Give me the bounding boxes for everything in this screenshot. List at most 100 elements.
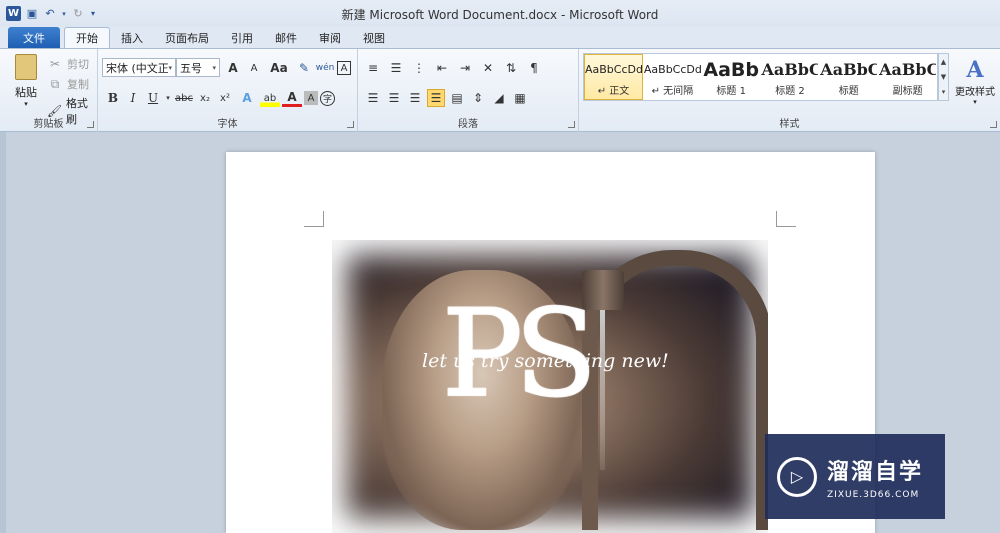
justify-icon[interactable]: ☰ [427,89,445,107]
watermark-url: ZIXUE.3D66.COM [827,489,920,500]
change-styles-label: 更改样式 [955,86,995,98]
chevron-down-icon: ▾ [168,63,172,72]
underline-button[interactable]: U [144,89,162,107]
paragraph-launcher-icon[interactable] [568,121,575,128]
font-bottom-tools: B I U ▾ abc x₂ x² A ab A A 字 [104,89,335,107]
paragraph-group: ≡ ☰ ⋮ ⇤ ⇥ ✕ ⇅ ¶ ☰ ☰ ☰ ☰ ▤ ⇕ ◢ ▦ 段落 [358,49,579,132]
copy-icon: ⧉ [50,76,60,91]
more-styles-icon[interactable]: ▾ [942,88,946,96]
align-center-icon[interactable]: ☰ [385,89,403,107]
style-sample: AaBbC [820,60,878,79]
clipboard-launcher-icon[interactable] [87,121,94,128]
tab-mailings[interactable]: 邮件 [264,27,308,48]
font-size-value: 五号 [180,61,202,75]
chevron-down-icon: ▾ [212,63,216,72]
text-effects-button[interactable]: A [236,89,258,107]
style-name: 标题 [838,85,859,97]
decrease-indent-icon[interactable]: ⇤ [433,59,451,77]
grow-font-button[interactable]: A [224,59,242,77]
strikethrough-button[interactable]: abc [174,89,194,107]
style-sample: AaBbC [879,60,937,79]
styles-gallery: AaBbCcDd ↵ 正文 AaBbCcDd ↵ 无间隔 AaBb 标题 1 A… [583,53,938,101]
paragraph-bottom-tools: ☰ ☰ ☰ ☰ ▤ ⇕ ◢ ▦ [364,89,529,107]
phonetic-guide-button[interactable]: wén [316,59,335,77]
watermark-brand: 溜溜自学 [827,459,924,485]
font-size-combo[interactable]: 五号 ▾ [176,58,220,77]
style-normal[interactable]: AaBbCcDd ↵ 正文 [584,54,643,100]
tab-insert[interactable]: 插入 [110,27,154,48]
paragraph-top-tools: ≡ ☰ ⋮ ⇤ ⇥ ✕ ⇅ ¶ [364,59,543,77]
copy-button[interactable]: ⧉ 复制 [46,75,89,93]
style-sample: AaBbC [761,60,819,79]
borders-icon[interactable]: ▦ [511,89,529,107]
align-right-icon[interactable]: ☰ [406,89,424,107]
font-color-button[interactable]: A [282,89,302,107]
font-top-tools: A A Aa ✎ wén A [224,59,351,77]
style-name: ↵ 正文 [597,85,630,97]
sort-icon[interactable]: ⇅ [502,59,520,77]
distributed-icon[interactable]: ▤ [448,89,466,107]
italic-button[interactable]: I [124,89,142,107]
align-left-icon[interactable]: ☰ [364,89,382,107]
font-launcher-icon[interactable] [347,121,354,128]
style-sample: AaBbCcDd [643,63,701,76]
style-heading-2[interactable]: AaBbC 标题 2 [761,54,820,100]
paste-dropdown-icon: ▾ [24,100,28,108]
line-spacing-icon[interactable]: ⇕ [469,89,487,107]
subscript-button[interactable]: x₂ [196,89,214,107]
bullets-icon[interactable]: ≡ [364,59,382,77]
scroll-down-icon[interactable]: ▼ [941,73,946,81]
enclose-character-button[interactable]: 字 [320,90,335,106]
clear-formatting-icon[interactable]: ✎ [295,59,313,77]
shading-icon[interactable]: ◢ [490,89,508,107]
style-subtitle[interactable]: AaBbC 副标题 [878,54,937,100]
character-border-button[interactable]: A [337,61,351,75]
clipboard-group: 粘贴 ▾ ✂ 剪切 ⧉ 复制 🖌 格式刷 剪贴板 [0,49,98,132]
tab-file[interactable]: 文件 [8,27,60,48]
tab-page-layout[interactable]: 页面布局 [154,27,220,48]
tab-references[interactable]: 引用 [220,27,264,48]
change-case-button[interactable]: Aa [266,59,292,77]
vertical-ruler [0,132,6,533]
style-name: 标题 2 [775,85,805,97]
water-stream-shape [600,310,605,470]
styles-gallery-scroll[interactable]: ▲ ▼ ▾ [938,53,949,101]
font-family-combo[interactable]: 宋体 (中文正: ▾ [102,58,176,77]
style-sample: AaBb [703,58,759,81]
font-family-value: 宋体 (中文正: [106,61,169,75]
highlight-button[interactable]: ab [260,89,280,107]
site-watermark: ▷ 溜溜自学 ZIXUE.3D66.COM [765,434,945,519]
change-styles-button[interactable]: A 更改样式 ▾ [952,53,998,109]
multilevel-list-icon[interactable]: ⋮ [410,59,428,77]
superscript-button[interactable]: x² [216,89,234,107]
paste-button[interactable]: 粘贴 ▾ [8,53,44,109]
clipboard-icon [15,54,37,80]
shrink-font-button[interactable]: A [245,59,263,77]
tab-review[interactable]: 审阅 [308,27,352,48]
title-bar: W ▣ ↶ ▾ ↻ ▾ 新建 Microsoft Word Document.d… [0,0,1000,28]
font-group: 宋体 (中文正: ▾ 五号 ▾ A A Aa ✎ wén A B I U ▾ abc… [98,49,358,132]
character-shading-button[interactable]: A [304,91,318,105]
scroll-up-icon[interactable]: ▲ [941,58,946,66]
paste-label: 粘贴 [15,86,37,99]
tab-home[interactable]: 开始 [64,27,110,48]
change-styles-icon: A [966,56,984,83]
numbering-icon[interactable]: ☰ [387,59,405,77]
cat-photo-image[interactable]: PS let us try something new! [332,240,768,533]
increase-indent-icon[interactable]: ⇥ [456,59,474,77]
style-heading-1[interactable]: AaBb 标题 1 [702,54,761,100]
cut-label: 剪切 [67,58,89,71]
margin-corner-mark [304,211,324,227]
style-name: ↵ 无间隔 [651,85,694,97]
chinese-layout-icon[interactable]: ✕ [479,59,497,77]
window-title: 新建 Microsoft Word Document.docx - Micros… [341,8,659,22]
cut-button[interactable]: ✂ 剪切 [46,55,89,73]
styles-launcher-icon[interactable] [990,121,997,128]
bold-button[interactable]: B [104,89,122,107]
clipboard-group-label: 剪贴板 [33,119,64,130]
style-no-spacing[interactable]: AaBbCcDd ↵ 无间隔 [643,54,702,100]
show-marks-icon[interactable]: ¶ [525,59,543,77]
tab-view[interactable]: 视图 [352,27,396,48]
chevron-down-icon[interactable]: ▾ [164,89,172,107]
style-title[interactable]: AaBbC 标题 [819,54,878,100]
